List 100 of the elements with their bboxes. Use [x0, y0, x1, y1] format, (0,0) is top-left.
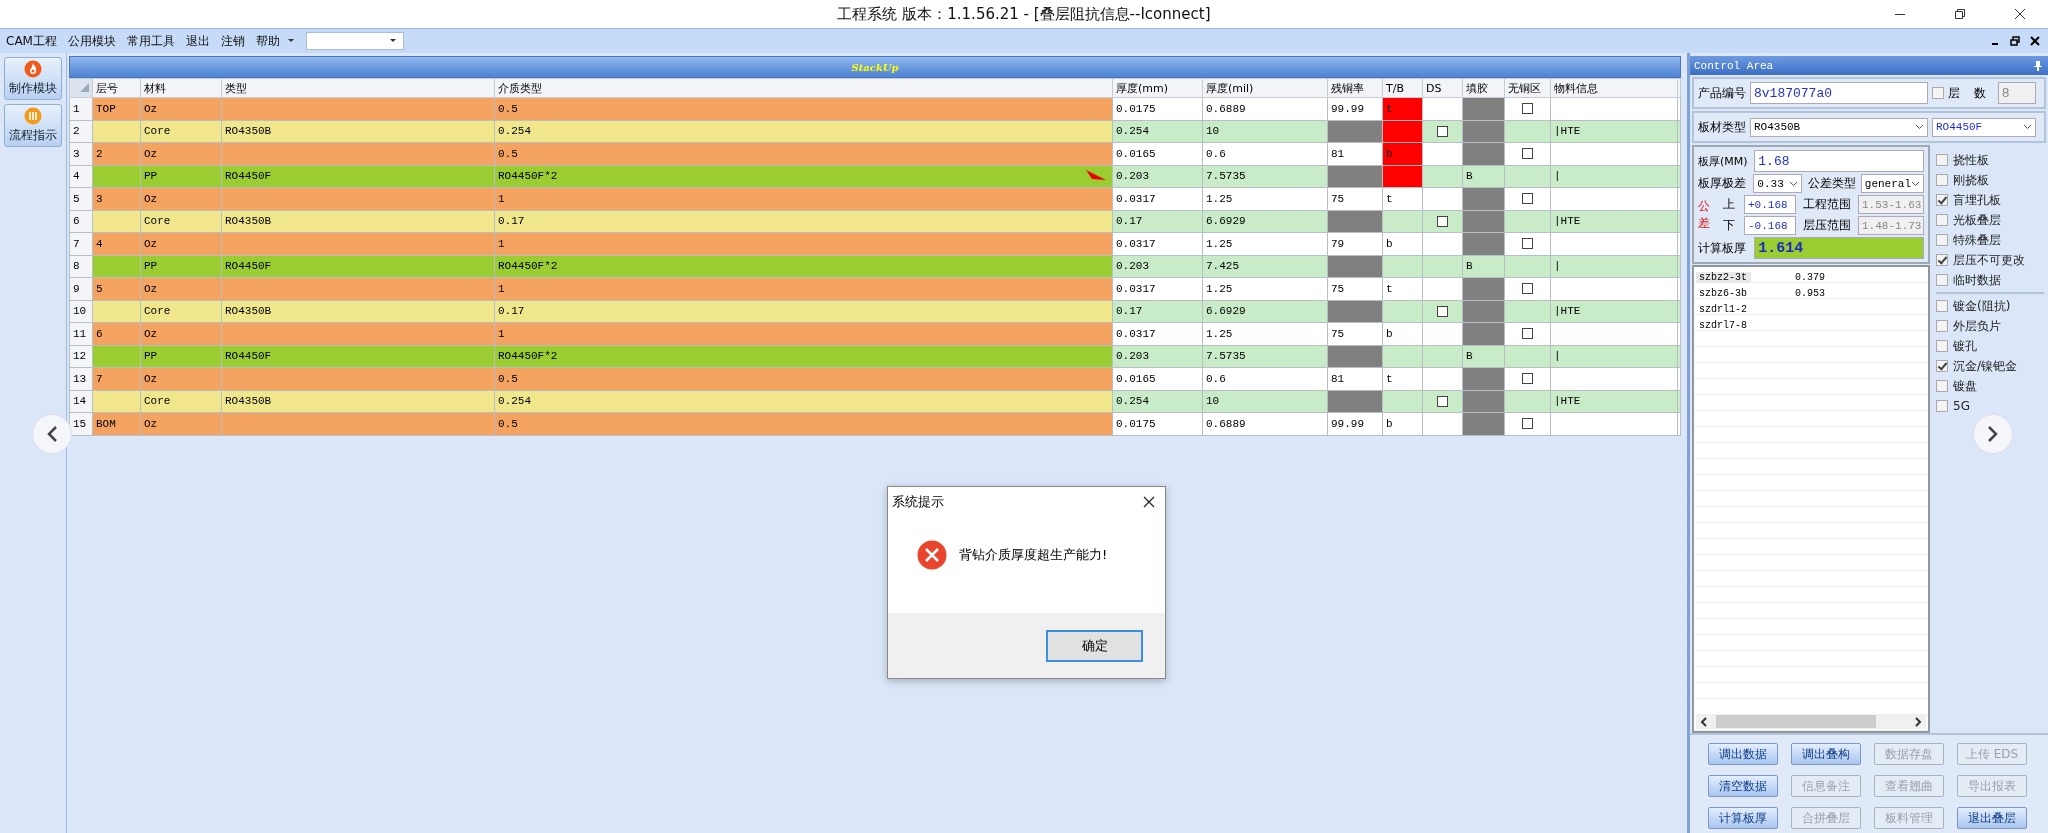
- column-header[interactable]: 物料信息: [1550, 78, 1678, 98]
- ok-button[interactable]: 确定: [1046, 629, 1143, 662]
- caret-icon[interactable]: [286, 38, 295, 44]
- menu-item[interactable]: 帮助: [255, 32, 280, 50]
- table-cell[interactable]: szdrl7-8: [1696, 319, 1795, 331]
- column-header[interactable]: 无铜区: [1504, 78, 1551, 98]
- checkbox-option[interactable]: 镀孔: [1936, 337, 2044, 355]
- input-field[interactable]: +0.168: [1744, 195, 1796, 214]
- action-button[interactable]: 调出叠构: [1791, 743, 1861, 765]
- checkbox-option[interactable]: 镀盘: [1936, 377, 2044, 395]
- chevron-right-icon[interactable]: [1914, 716, 1922, 727]
- column-header[interactable]: 层号: [92, 78, 141, 98]
- row-header[interactable]: 11: [69, 322, 93, 345]
- checkbox[interactable]: [1936, 214, 1948, 226]
- menu-item[interactable]: 注销: [220, 32, 245, 50]
- checkbox[interactable]: [1522, 103, 1533, 115]
- previous-button[interactable]: [32, 414, 72, 454]
- horizontal-scrollbar[interactable]: [1696, 714, 1926, 729]
- row-header[interactable]: 1: [69, 97, 93, 120]
- checkbox[interactable]: [1936, 154, 1948, 166]
- row-header[interactable]: 12: [69, 345, 93, 368]
- checkbox[interactable]: [1522, 328, 1533, 340]
- checkbox[interactable]: [1437, 215, 1448, 227]
- checkbox[interactable]: [1522, 148, 1533, 160]
- nav-button[interactable]: 制作模块: [4, 57, 62, 100]
- row-header[interactable]: 5: [69, 187, 93, 210]
- checkbox[interactable]: [1936, 254, 1948, 266]
- row-header[interactable]: 7: [69, 232, 93, 255]
- checkbox-option[interactable]: 特殊叠层: [1936, 231, 2044, 249]
- restore-icon[interactable]: [1954, 8, 1966, 20]
- checkbox-option[interactable]: 层压不可更改: [1936, 251, 2044, 269]
- action-button[interactable]: 退出叠层: [1957, 807, 2027, 829]
- checkbox-option[interactable]: 临时数据: [1936, 271, 2044, 289]
- checkbox-option[interactable]: 盲埋孔板: [1936, 191, 2044, 209]
- checkbox[interactable]: [1936, 194, 1948, 206]
- action-button[interactable]: 计算板厚: [1708, 807, 1778, 829]
- dropdown[interactable]: 0.33: [1753, 174, 1803, 193]
- column-header[interactable]: 类型: [221, 78, 495, 98]
- column-header[interactable]: 填胶: [1462, 78, 1505, 98]
- column-header[interactable]: 介质类型: [494, 78, 1113, 98]
- checkbox[interactable]: [1936, 380, 1948, 392]
- column-header[interactable]: DS: [1422, 78, 1463, 98]
- input-field[interactable]: -0.168: [1744, 216, 1796, 235]
- column-header[interactable]: 残铜率: [1327, 78, 1383, 98]
- chevron-left-icon[interactable]: [1700, 716, 1708, 727]
- checkbox[interactable]: [1936, 400, 1948, 412]
- row-header[interactable]: 4: [69, 165, 93, 188]
- checkbox[interactable]: [1936, 234, 1948, 246]
- menu-item[interactable]: 退出: [185, 32, 210, 50]
- checkbox-option[interactable]: 沉金/镍钯金: [1936, 357, 2044, 375]
- checkbox-option[interactable]: 挠性板: [1936, 151, 2044, 169]
- checkbox[interactable]: [1932, 87, 1944, 99]
- checkbox-option[interactable]: 刚挠板: [1936, 171, 2044, 189]
- close-icon[interactable]: [2030, 36, 2040, 46]
- menu-item[interactable]: CAM工程: [6, 32, 57, 50]
- pin-icon[interactable]: [2034, 60, 2042, 71]
- column-header[interactable]: T/B: [1382, 78, 1423, 98]
- close-icon[interactable]: [2014, 8, 2026, 20]
- row-header[interactable]: 2: [69, 120, 93, 143]
- row-header[interactable]: 14: [69, 390, 93, 413]
- checkbox[interactable]: [1936, 320, 1948, 332]
- checkbox[interactable]: [1522, 283, 1533, 295]
- nav-button[interactable]: 流程指示: [4, 104, 62, 147]
- menu-item[interactable]: 公用模块: [67, 32, 116, 50]
- row-header[interactable]: 9: [69, 277, 93, 300]
- action-button[interactable]: 清空数据: [1708, 775, 1778, 797]
- checkbox[interactable]: [1936, 274, 1948, 286]
- row-header[interactable]: 3: [69, 142, 93, 165]
- row-header[interactable]: 6: [69, 210, 93, 233]
- dropdown[interactable]: general: [1860, 174, 1924, 193]
- checkbox[interactable]: [1936, 360, 1948, 372]
- table-cell[interactable]: szdrl1-2: [1696, 303, 1795, 315]
- checkbox[interactable]: [1437, 125, 1448, 137]
- input-field[interactable]: 8v187077a0: [1750, 82, 1928, 104]
- checkbox[interactable]: [1522, 193, 1533, 205]
- dropdown[interactable]: RO4450F: [1932, 117, 2036, 137]
- combo-field[interactable]: [305, 32, 404, 50]
- checkbox[interactable]: [1437, 395, 1448, 407]
- checkbox[interactable]: [1522, 373, 1533, 385]
- action-button[interactable]: 调出数据: [1708, 743, 1778, 765]
- checkbox[interactable]: [1936, 174, 1948, 186]
- checkbox-option[interactable]: 5G: [1936, 397, 2044, 415]
- row-header[interactable]: 8: [69, 255, 93, 278]
- column-header[interactable]: 厚度(mil): [1202, 78, 1328, 98]
- column-header[interactable]: 厚度(mm): [1112, 78, 1203, 98]
- input-field[interactable]: 1.68: [1754, 150, 1924, 172]
- checkbox[interactable]: [1437, 305, 1448, 317]
- checkbox-option[interactable]: 镀金(阻抗): [1936, 297, 2044, 315]
- checkbox[interactable]: [1522, 418, 1533, 430]
- row-header[interactable]: 10: [69, 300, 93, 323]
- table-cell[interactable]: szbz6-3b: [1696, 287, 1795, 299]
- restore-icon[interactable]: [2010, 36, 2020, 46]
- table-cell[interactable]: szbz2-3t: [1696, 271, 1751, 283]
- checkbox-option[interactable]: 外层负片: [1936, 317, 2044, 335]
- row-header[interactable]: 13: [69, 367, 93, 390]
- checkbox[interactable]: [1522, 238, 1533, 250]
- menu-item[interactable]: 常用工具: [126, 32, 175, 50]
- checkbox[interactable]: [1936, 340, 1948, 352]
- checkbox-option[interactable]: 光板叠层: [1936, 211, 2044, 229]
- column-header[interactable]: 材料: [140, 78, 222, 98]
